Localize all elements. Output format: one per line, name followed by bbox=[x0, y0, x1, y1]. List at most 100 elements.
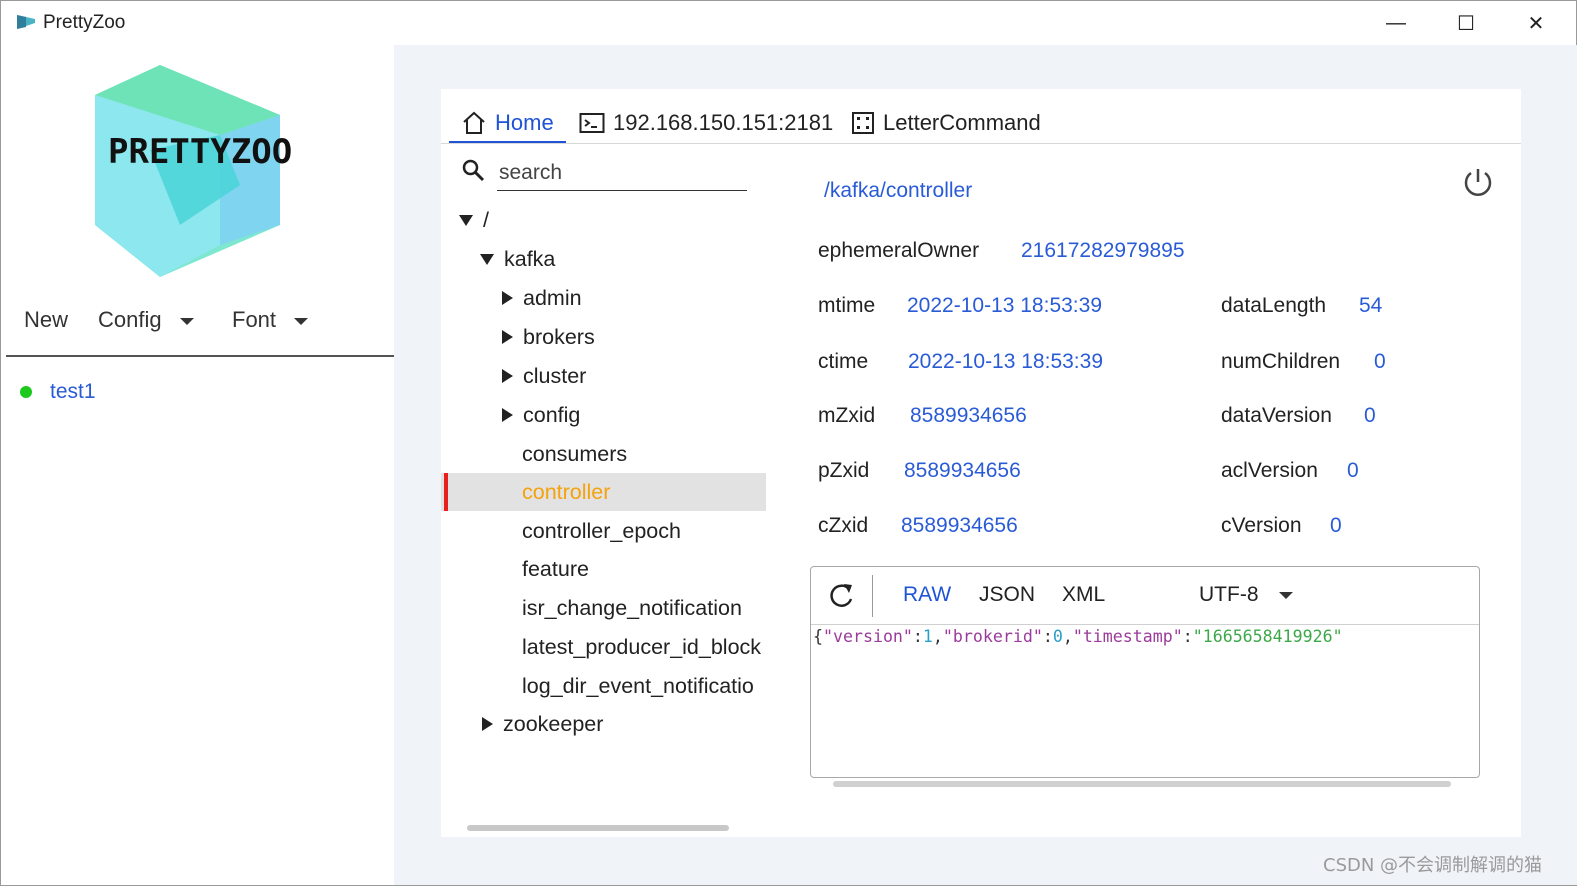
node-data-text[interactable]: {"version":1,"brokerid":0,"timestamp":"1… bbox=[813, 627, 1477, 646]
tab-letter-command-label: LetterCommand bbox=[883, 110, 1041, 135]
prettyzoo-logo: PRETTYZOO bbox=[95, 65, 292, 277]
tree-node-config[interactable]: config bbox=[441, 396, 766, 434]
tree-node-label: feature bbox=[522, 556, 589, 581]
collapsed-arrow-icon[interactable] bbox=[502, 369, 513, 383]
tab-letter-command[interactable]: LetterCommand bbox=[851, 103, 1041, 143]
tree-node-label: zookeeper bbox=[503, 711, 604, 736]
tab-bar: Home 192.168.150.151:2181 LetterCommand bbox=[449, 99, 1519, 144]
json-key: "brokerid" bbox=[942, 627, 1043, 646]
tree-node-log-dir-event-notification[interactable]: log_dir_event_notificatio bbox=[441, 667, 766, 705]
watermark: CSDN @不会调制解调的猫 bbox=[1323, 855, 1543, 876]
collapsed-arrow-icon[interactable] bbox=[502, 291, 513, 305]
app-window: PrettyZoo — ☐ ✕ PRETTYZOO New Config Fon… bbox=[0, 0, 1577, 886]
search-input[interactable] bbox=[497, 155, 747, 191]
chevron-down-icon bbox=[1278, 591, 1293, 599]
tree-node-label: cluster bbox=[523, 363, 587, 388]
server-item-test1[interactable]: test1 bbox=[20, 377, 96, 407]
ctime-value: 2022-10-13 18:53:39 bbox=[908, 350, 1103, 373]
home-icon bbox=[463, 111, 485, 134]
tree-node-label: log_dir_event_notificatio bbox=[522, 673, 754, 698]
format-raw-button[interactable]: RAW bbox=[903, 583, 951, 607]
json-number: 0 bbox=[1052, 627, 1063, 646]
new-menu-button[interactable]: New bbox=[24, 307, 68, 333]
title-bar[interactable]: PrettyZoo — ☐ ✕ bbox=[1, 1, 1576, 45]
num-children-label: numChildren bbox=[1221, 350, 1341, 373]
c-version-value: 0 bbox=[1330, 514, 1342, 537]
sidebar: PRETTYZOO New Config Font test1 bbox=[2, 45, 394, 885]
c-version-label: cVersion bbox=[1221, 514, 1302, 537]
json-number: 1 bbox=[922, 627, 933, 646]
tree-node-zookeeper[interactable]: zookeeper bbox=[441, 705, 766, 743]
acl-version-label: aclVersion bbox=[1221, 459, 1318, 482]
json-comma: , bbox=[932, 627, 943, 646]
tree-node-label: / bbox=[483, 207, 489, 232]
editor-horizontal-scrollbar[interactable] bbox=[833, 781, 1451, 787]
tree-node-root[interactable]: / bbox=[441, 201, 766, 239]
power-icon[interactable] bbox=[1461, 165, 1495, 199]
tree-horizontal-scrollbar[interactable] bbox=[467, 825, 729, 831]
config-menu-label: Config bbox=[98, 307, 162, 332]
logo-text: PRETTYZOO bbox=[108, 132, 292, 172]
ephemeral-owner-label: ephemeralOwner bbox=[818, 239, 980, 262]
expanded-arrow-icon[interactable] bbox=[480, 253, 494, 265]
online-status-icon bbox=[20, 386, 32, 398]
tree-node-label: config bbox=[523, 402, 581, 427]
json-colon: : bbox=[912, 627, 923, 646]
json-key: "version" bbox=[823, 627, 913, 646]
tree-node-isr-change-notification[interactable]: isr_change_notification bbox=[441, 589, 766, 627]
json-comma: , bbox=[1062, 627, 1073, 646]
window-title: PrettyZoo bbox=[43, 12, 126, 33]
terminal-icon bbox=[579, 113, 605, 133]
font-menu-label: Font bbox=[232, 307, 277, 332]
json-key: "timestamp" bbox=[1072, 627, 1183, 646]
font-menu-button[interactable]: Font bbox=[232, 307, 309, 333]
tree-node-cluster[interactable]: cluster bbox=[441, 357, 766, 395]
json-colon: : bbox=[1042, 627, 1053, 646]
editor-toolbar: RAW JSON XML UTF-8 bbox=[811, 567, 1479, 625]
format-json-button[interactable]: JSON bbox=[979, 583, 1035, 607]
node-path: /kafka/controller bbox=[824, 179, 973, 202]
config-menu-button[interactable]: Config bbox=[98, 307, 194, 333]
selection-indicator bbox=[444, 473, 448, 511]
json-brace: { bbox=[813, 627, 823, 646]
tree-node-brokers[interactable]: brokers bbox=[441, 318, 766, 356]
tree-node-consumers[interactable]: consumers bbox=[441, 435, 766, 473]
ctime-label: ctime bbox=[818, 350, 869, 373]
command-grid-icon bbox=[852, 112, 874, 134]
tree-node-label: controller_epoch bbox=[522, 518, 681, 543]
tab-home[interactable]: Home bbox=[461, 103, 554, 143]
mtime-value: 2022-10-13 18:53:39 bbox=[907, 294, 1102, 317]
tree-node-label: kafka bbox=[504, 246, 556, 271]
mzxid-label: mZxid bbox=[818, 404, 876, 427]
maximize-button[interactable]: ☐ bbox=[1443, 7, 1489, 39]
format-xml-button[interactable]: XML bbox=[1062, 583, 1105, 607]
node-tree: / kafka admin brokers cluster config con… bbox=[441, 201, 766, 761]
tree-node-controller-epoch[interactable]: controller_epoch bbox=[441, 512, 766, 550]
refresh-icon[interactable] bbox=[827, 581, 857, 611]
close-button[interactable]: ✕ bbox=[1513, 7, 1559, 39]
collapsed-arrow-icon[interactable] bbox=[502, 330, 513, 344]
tree-node-label: controller bbox=[522, 479, 611, 504]
minimize-button[interactable]: — bbox=[1373, 7, 1419, 39]
tree-node-controller[interactable]: controller bbox=[441, 473, 766, 511]
charset-value: UTF-8 bbox=[1199, 583, 1259, 606]
tree-node-feature[interactable]: feature bbox=[441, 550, 766, 588]
chevron-down-icon bbox=[294, 317, 309, 325]
collapsed-arrow-icon[interactable] bbox=[482, 717, 493, 731]
tree-node-latest-producer-id-block[interactable]: latest_producer_id_block bbox=[441, 628, 766, 666]
tree-node-label: brokers bbox=[523, 324, 595, 349]
close-icon: ✕ bbox=[1527, 12, 1545, 35]
tab-server[interactable]: 192.168.150.151:2181 bbox=[579, 103, 833, 143]
czxid-label: cZxid bbox=[818, 514, 869, 537]
json-colon: : bbox=[1182, 627, 1193, 646]
tree-node-admin[interactable]: admin bbox=[441, 279, 766, 317]
charset-select[interactable]: UTF-8 bbox=[1199, 583, 1293, 607]
pzxid-label: pZxid bbox=[818, 459, 870, 482]
tree-node-kafka[interactable]: kafka bbox=[441, 240, 766, 278]
data-version-value: 0 bbox=[1364, 404, 1376, 427]
tree-node-label: admin bbox=[523, 285, 582, 310]
tree-node-label: consumers bbox=[522, 441, 628, 466]
collapsed-arrow-icon[interactable] bbox=[502, 408, 513, 422]
expanded-arrow-icon[interactable] bbox=[459, 214, 473, 226]
data-length-label: dataLength bbox=[1221, 294, 1327, 317]
